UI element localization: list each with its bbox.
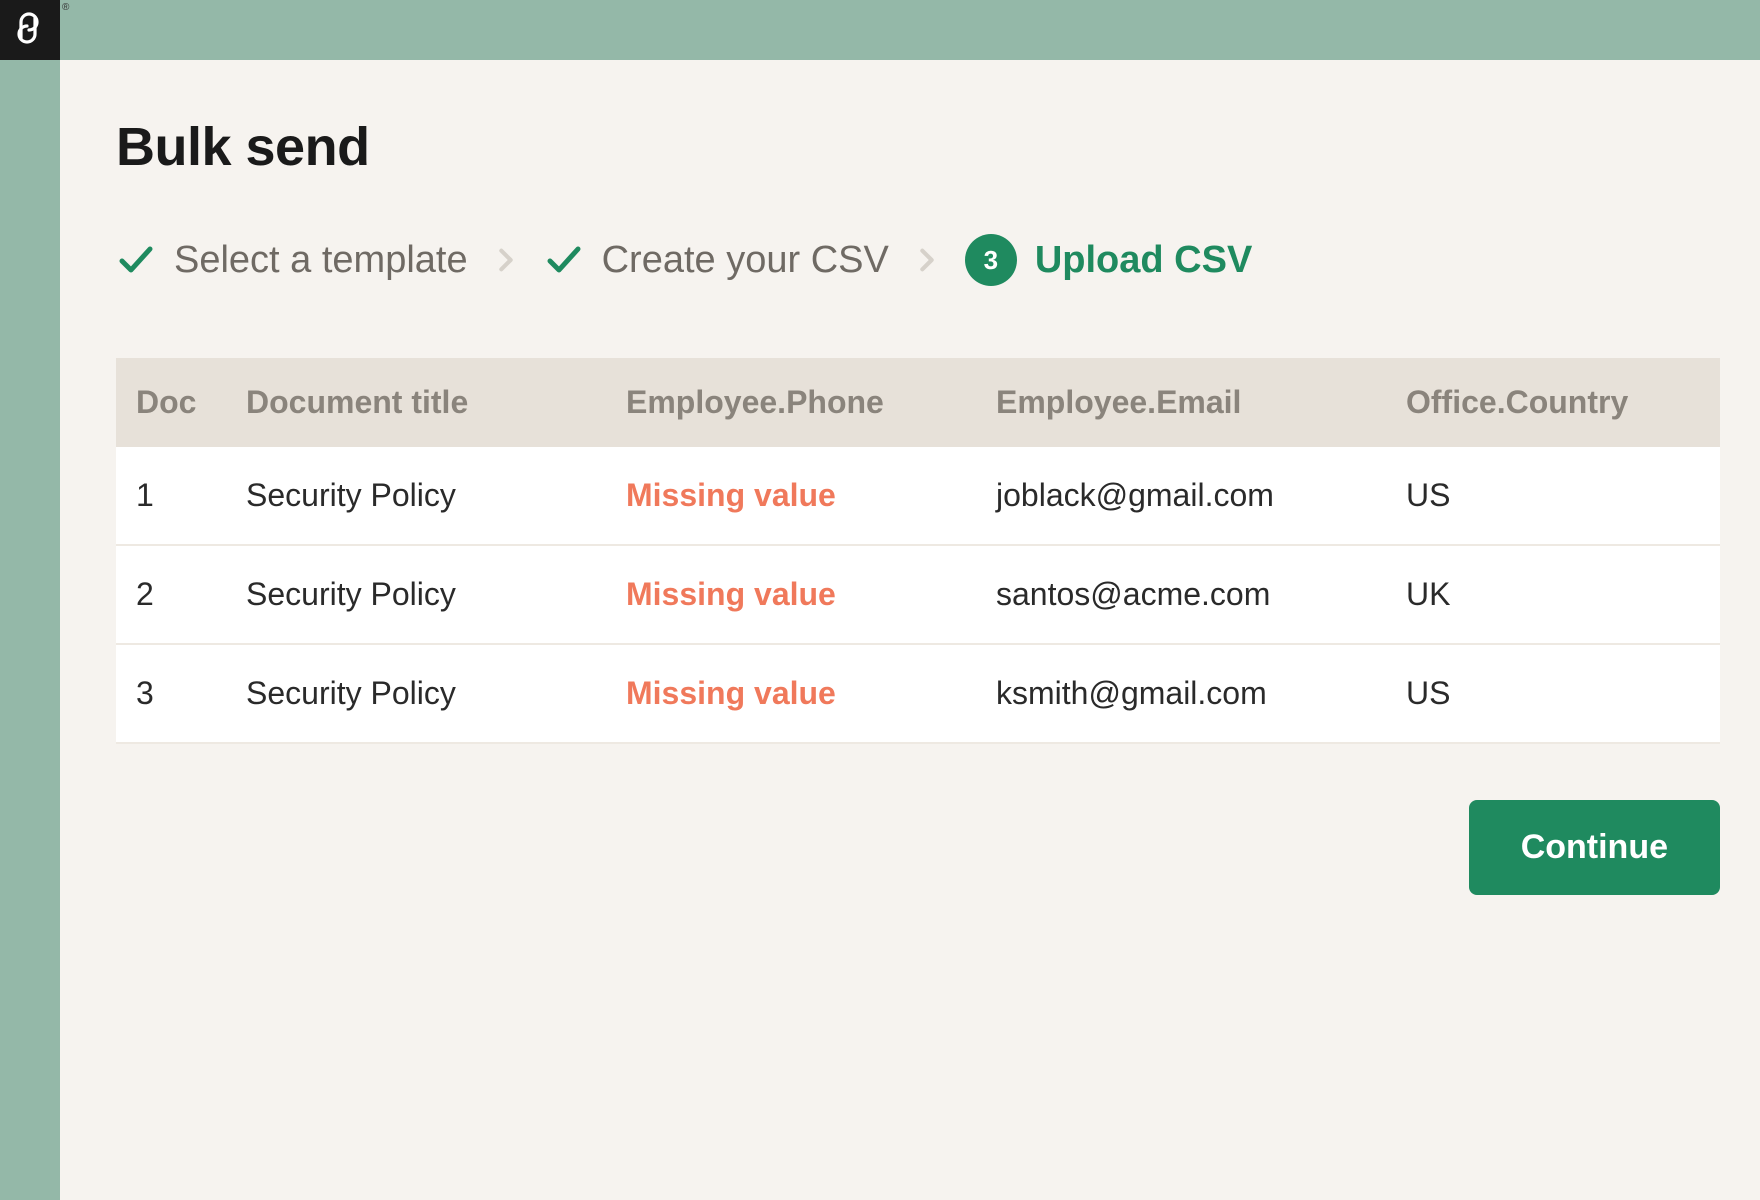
- table-header-row: Doc Document title Employee.Phone Employ…: [116, 358, 1720, 447]
- col-header-email: Employee.Email: [996, 384, 1406, 421]
- cell-email: joblack@gmail.com: [996, 477, 1406, 514]
- col-header-phone: Employee.Phone: [626, 384, 996, 421]
- step-upload-csv[interactable]: 3 Upload CSV: [965, 234, 1252, 286]
- cell-country: US: [1406, 675, 1720, 712]
- chevron-right-icon: [913, 246, 941, 274]
- cell-country: UK: [1406, 576, 1720, 613]
- cell-doc: 1: [116, 477, 246, 514]
- continue-button[interactable]: Continue: [1469, 800, 1720, 895]
- cell-phone-missing: Missing value: [626, 675, 996, 712]
- page-title: Bulk send: [116, 116, 1720, 178]
- cell-country: US: [1406, 477, 1720, 514]
- cell-doc: 3: [116, 675, 246, 712]
- table-row[interactable]: 1 Security Policy Missing value joblack@…: [116, 447, 1720, 546]
- pandadoc-logo-icon: [12, 10, 48, 51]
- col-header-title: Document title: [246, 384, 626, 421]
- registered-mark: ®: [62, 2, 69, 13]
- check-icon: [116, 240, 156, 280]
- step-label: Select a template: [174, 239, 468, 282]
- step-select-template[interactable]: Select a template: [116, 239, 468, 282]
- cell-title: Security Policy: [246, 477, 626, 514]
- cell-doc: 2: [116, 576, 246, 613]
- table-row[interactable]: 3 Security Policy Missing value ksmith@g…: [116, 645, 1720, 744]
- col-header-country: Office.Country: [1406, 384, 1720, 421]
- app-frame: ® Bulk send Select a template Create you…: [0, 0, 1760, 1200]
- chevron-right-icon: [492, 246, 520, 274]
- cell-email: santos@acme.com: [996, 576, 1406, 613]
- check-icon: [544, 240, 584, 280]
- step-number-badge: 3: [965, 234, 1017, 286]
- step-label: Create your CSV: [602, 239, 889, 282]
- col-header-doc: Doc: [116, 384, 246, 421]
- cell-phone-missing: Missing value: [626, 576, 996, 613]
- csv-preview-table: Doc Document title Employee.Phone Employ…: [116, 358, 1720, 744]
- main-panel: Bulk send Select a template Create your …: [60, 60, 1760, 1200]
- cell-title: Security Policy: [246, 675, 626, 712]
- cell-email: ksmith@gmail.com: [996, 675, 1406, 712]
- footer-actions: Continue: [116, 800, 1720, 895]
- step-create-csv[interactable]: Create your CSV: [544, 239, 889, 282]
- cell-phone-missing: Missing value: [626, 477, 996, 514]
- cell-title: Security Policy: [246, 576, 626, 613]
- step-breadcrumb: Select a template Create your CSV 3 Uplo…: [116, 234, 1720, 286]
- step-label: Upload CSV: [1035, 239, 1252, 282]
- brand-logo: [0, 0, 60, 60]
- table-row[interactable]: 2 Security Policy Missing value santos@a…: [116, 546, 1720, 645]
